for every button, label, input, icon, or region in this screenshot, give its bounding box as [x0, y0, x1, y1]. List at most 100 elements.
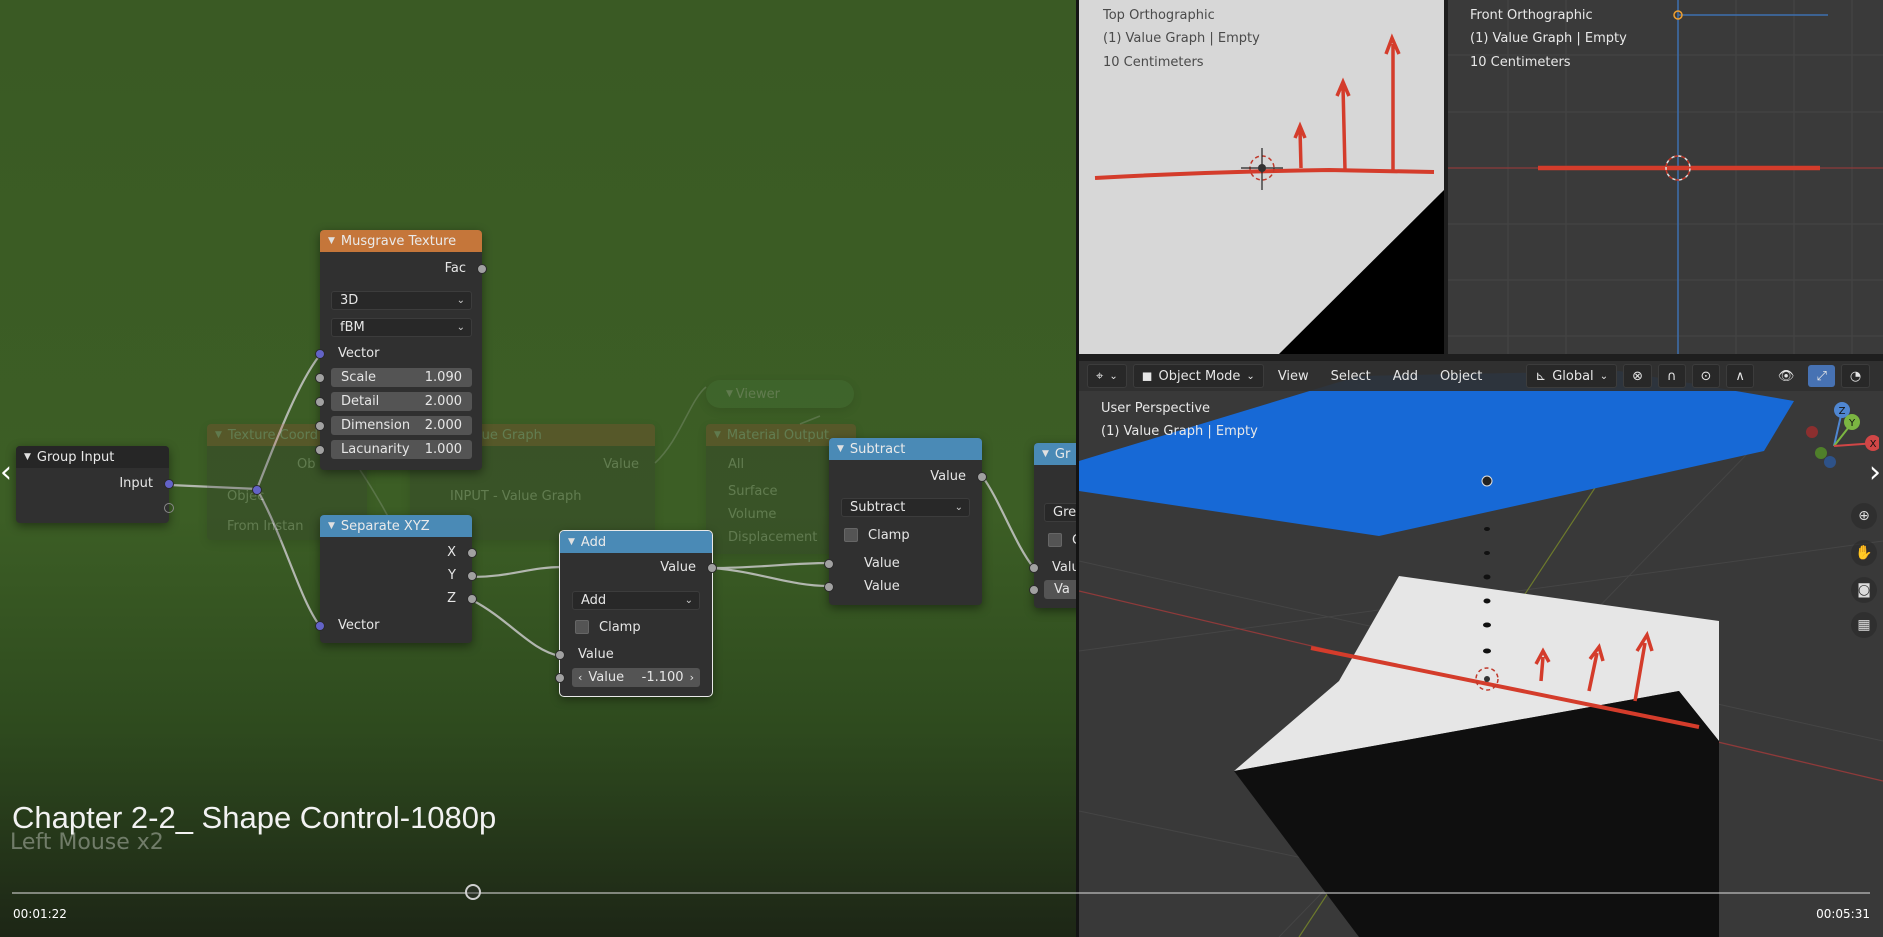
- collapse-caret-icon[interactable]: ▼: [837, 444, 844, 454]
- seek-thumb[interactable]: [464, 884, 481, 900]
- grid-icon[interactable]: ▦: [1851, 612, 1877, 638]
- scale-field[interactable]: Scale 1.090: [331, 368, 472, 387]
- output-socket-x[interactable]: [467, 548, 477, 558]
- seek-bar[interactable]: [12, 892, 1870, 894]
- input-socket-lacunarity[interactable]: [315, 445, 325, 455]
- clamp-label: Clamp: [868, 527, 910, 543]
- output-socket-z[interactable]: [467, 594, 477, 604]
- output-value-label: Value: [930, 468, 966, 484]
- dimensions-dropdown[interactable]: 3D ⌄: [331, 291, 472, 310]
- gizmo-x-label[interactable]: X: [1870, 439, 1877, 450]
- viewport-user-perspective[interactable]: ⌖ ⌄ ◼ Object Mode ⌄ View Select Add Obje…: [1079, 361, 1883, 937]
- detail-field[interactable]: Detail 2.000: [331, 392, 472, 411]
- gizmo-y-label[interactable]: Y: [1848, 418, 1856, 429]
- camera-icon[interactable]: ◙: [1851, 577, 1877, 603]
- proportional-edit-toggle[interactable]: ⊙: [1691, 364, 1721, 388]
- input-socket-scale[interactable]: [315, 373, 325, 383]
- visibility-dropdown[interactable]: 👁: [1770, 365, 1803, 387]
- output-socket-value[interactable]: [707, 563, 717, 573]
- collapse-caret-icon[interactable]: ▼: [568, 537, 575, 547]
- input-socket-value-1[interactable]: [555, 650, 565, 660]
- operation-dropdown[interactable]: Gre: [1044, 503, 1076, 522]
- node-separate-xyz[interactable]: ▼ Separate XYZ X Y Z Vector: [315, 515, 477, 643]
- type-value: fBM: [340, 320, 365, 335]
- gizmo-toggle[interactable]: ⤢: [1808, 365, 1835, 387]
- node-header[interactable]: ▼ Musgrave Texture: [320, 230, 482, 252]
- mode-dropdown[interactable]: ◼ Object Mode ⌄: [1132, 364, 1264, 388]
- previous-video-chevron-icon[interactable]: ‹: [0, 455, 12, 490]
- empty-socket[interactable]: [164, 503, 174, 513]
- viewport-top-orthographic[interactable]: Top Orthographic (1) Value Graph | Empty…: [1079, 0, 1444, 354]
- hand-pan-icon[interactable]: ✋: [1851, 540, 1877, 566]
- collapse-caret-icon: ▼: [726, 389, 736, 399]
- node-header[interactable]: ▼ Subtract: [829, 438, 982, 460]
- menu-add[interactable]: Add: [1385, 365, 1426, 387]
- node-musgrave-texture[interactable]: ▼ Musgrave Texture Fac 3D ⌄ fBM ⌄ Vector…: [315, 230, 487, 470]
- transform-orientation-dropdown[interactable]: ⊾ Global ⌄: [1526, 364, 1618, 388]
- menu-select[interactable]: Select: [1323, 365, 1379, 387]
- overlay-icon: ◔: [1849, 368, 1862, 384]
- input-socket-vector[interactable]: [315, 621, 325, 631]
- editor-type-dropdown[interactable]: ⌖ ⌄: [1087, 364, 1127, 388]
- current-time: 00:01:22: [13, 907, 67, 921]
- zoom-icon[interactable]: ⊕: [1851, 503, 1877, 529]
- gizmo-z-label[interactable]: Z: [1839, 406, 1846, 417]
- dimension-field[interactable]: Dimension 2.000: [331, 416, 472, 435]
- node-header[interactable]: ▼ Group Input: [16, 446, 169, 468]
- lacunarity-field[interactable]: Lacunarity 1.000: [331, 440, 472, 459]
- output-socket-input[interactable]: [164, 479, 174, 489]
- clamp-checkbox-row[interactable]: Clamp: [575, 617, 641, 637]
- input-socket-value-2[interactable]: [1029, 585, 1039, 595]
- node-math-greater-than[interactable]: ▼ Gr Gre C Valu Va: [1029, 443, 1076, 608]
- operation-dropdown[interactable]: Add ⌄: [572, 591, 700, 610]
- node-math-add[interactable]: ▼ Add Value Add ⌄ Clamp Value ‹ Value -1…: [555, 530, 717, 697]
- viewport-splitter-horizontal[interactable]: [1079, 354, 1883, 361]
- pivot-point-dropdown[interactable]: ⊗: [1623, 364, 1652, 388]
- collapse-caret-icon[interactable]: ▼: [1042, 449, 1049, 459]
- node-header[interactable]: ▼ Separate XYZ: [320, 515, 472, 537]
- clamp-checkbox-row[interactable]: Clamp: [844, 525, 910, 545]
- node-math-subtract[interactable]: ▼ Subtract Value Subtract ⌄ Clamp Value …: [824, 438, 987, 605]
- collapse-caret-icon[interactable]: ▼: [328, 236, 335, 246]
- value-field[interactable]: ‹ Value -1.100 ›: [572, 668, 700, 687]
- clamp-checkbox[interactable]: [1048, 533, 1062, 547]
- next-video-chevron-icon[interactable]: ›: [1869, 455, 1881, 490]
- collapse-caret-icon[interactable]: ▼: [24, 452, 31, 462]
- input-socket-value-2[interactable]: [555, 673, 565, 683]
- input-socket-vector[interactable]: [315, 349, 325, 359]
- node-group-input[interactable]: ▼ Group Input Input: [16, 446, 174, 523]
- input-socket-value-2[interactable]: [824, 582, 834, 592]
- menu-view[interactable]: View: [1270, 365, 1317, 387]
- input-socket-dimension[interactable]: [315, 421, 325, 431]
- type-dropdown[interactable]: fBM ⌄: [331, 318, 472, 337]
- input-socket-value-1[interactable]: [824, 559, 834, 569]
- chevron-right-icon[interactable]: ›: [684, 671, 694, 684]
- ghost-value-label: Value: [603, 456, 639, 472]
- ghost-from-instancer: From Instan: [227, 518, 304, 534]
- node-editor[interactable]: ▼ Texture Coord Ob Objec From Instan lue…: [0, 0, 1076, 937]
- output-socket-y[interactable]: [467, 571, 477, 581]
- value-field[interactable]: Va: [1044, 580, 1076, 599]
- collapse-caret-icon[interactable]: ▼: [328, 521, 335, 531]
- clamp-checkbox[interactable]: [575, 620, 589, 634]
- clamp-checkbox[interactable]: [844, 528, 858, 542]
- overlay-dropdown[interactable]: ◔: [1840, 364, 1871, 388]
- output-socket-fac[interactable]: [477, 264, 487, 274]
- operation-dropdown[interactable]: Subtract ⌄: [841, 498, 970, 517]
- node-header[interactable]: ▼ Add: [560, 531, 712, 553]
- navigation-gizmo[interactable]: Z Y X: [1789, 401, 1881, 481]
- chevron-down-icon: ⌄: [954, 502, 963, 513]
- collapse-caret-icon: ▼: [215, 430, 222, 440]
- output-socket-value[interactable]: [977, 472, 987, 482]
- clamp-checkbox-row[interactable]: C: [1048, 530, 1076, 550]
- input-value-1-label: Value: [864, 555, 900, 571]
- snap-toggle[interactable]: ∩: [1657, 364, 1686, 388]
- falloff-dropdown[interactable]: ∧: [1726, 364, 1754, 388]
- input-socket-detail[interactable]: [315, 397, 325, 407]
- input-socket-value-1[interactable]: [1029, 563, 1039, 573]
- field-label: Scale: [341, 370, 376, 385]
- viewport-front-orthographic[interactable]: Front Orthographic (1) Value Graph | Emp…: [1448, 0, 1883, 354]
- node-header[interactable]: ▼ Gr: [1034, 443, 1076, 465]
- menu-object[interactable]: Object: [1432, 365, 1490, 387]
- reroute-node[interactable]: [252, 485, 262, 495]
